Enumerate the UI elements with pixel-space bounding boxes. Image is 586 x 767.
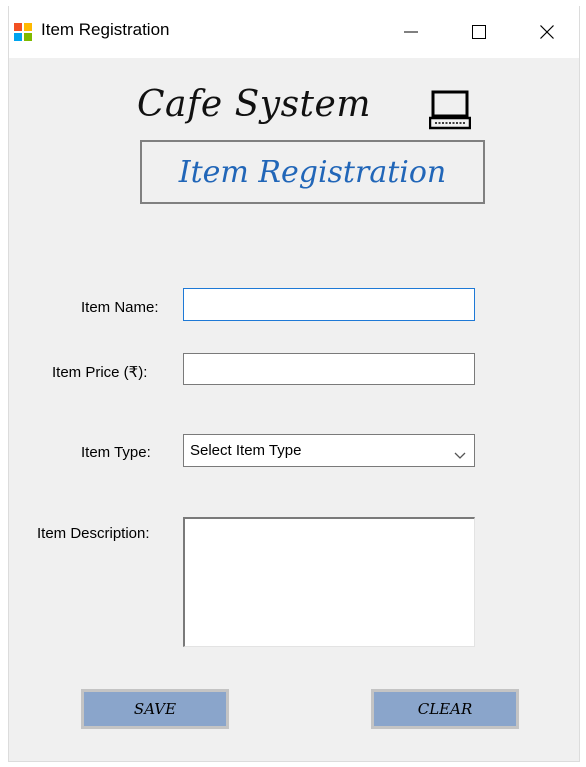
item-price-input[interactable] bbox=[183, 353, 475, 385]
item-type-selected: Select Item Type bbox=[190, 442, 302, 459]
subtitle-box: Item Registration bbox=[140, 140, 485, 204]
item-type-select[interactable]: Select Item Type bbox=[183, 434, 475, 467]
laptop-icon bbox=[428, 90, 472, 135]
item-type-label: Item Type: bbox=[81, 444, 151, 461]
minimize-icon bbox=[404, 31, 418, 33]
page-subtitle: Item Registration bbox=[178, 154, 447, 190]
minimize-button[interactable] bbox=[383, 6, 439, 58]
save-button[interactable]: SAVE bbox=[81, 689, 229, 729]
app-icon bbox=[14, 23, 32, 41]
maximize-button[interactable] bbox=[451, 6, 507, 58]
window-title: Item Registration bbox=[41, 20, 170, 39]
title-bar[interactable]: Item Registration bbox=[9, 6, 579, 58]
clear-button[interactable]: CLEAR bbox=[371, 689, 519, 729]
item-description-textarea[interactable] bbox=[183, 517, 475, 647]
item-price-label: Item Price (₹): bbox=[52, 364, 148, 381]
close-button[interactable] bbox=[519, 6, 575, 58]
chevron-down-icon bbox=[454, 447, 466, 465]
item-name-label: Item Name: bbox=[81, 299, 159, 316]
item-description-label: Item Description: bbox=[37, 525, 150, 542]
close-icon bbox=[540, 25, 554, 39]
header-title: Cafe System bbox=[137, 84, 371, 125]
app-window: Item Registration Cafe System Item Regis bbox=[8, 6, 580, 762]
maximize-icon bbox=[472, 25, 486, 39]
item-name-input[interactable] bbox=[183, 288, 475, 321]
